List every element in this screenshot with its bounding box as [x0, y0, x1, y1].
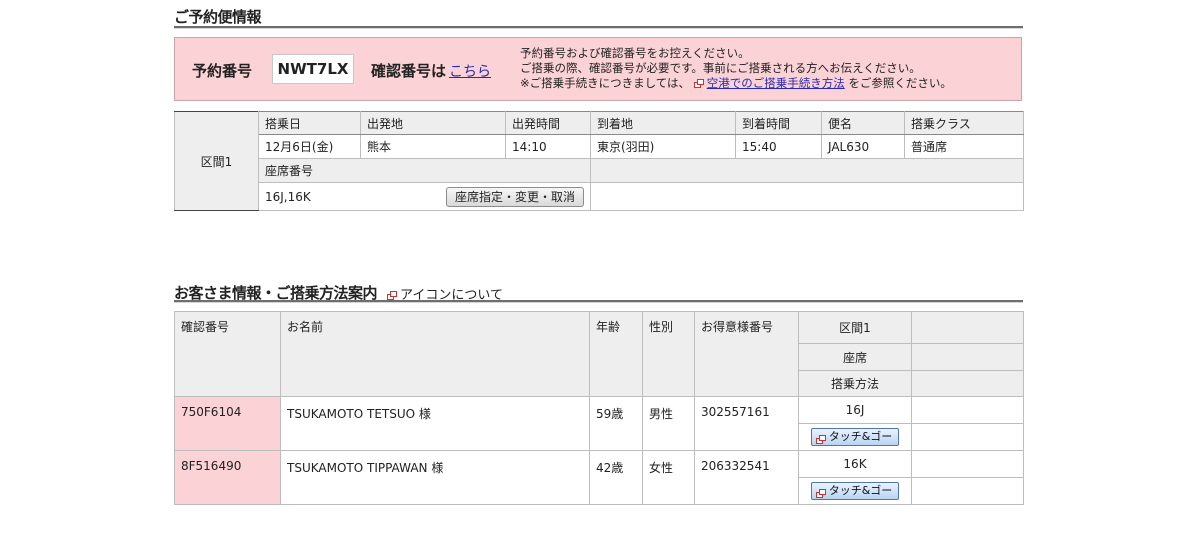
seat-number-header: 座席番号 — [258, 158, 591, 183]
boarding-method-cell: タッチ&ゴー — [798, 423, 912, 451]
external-link-icon — [815, 487, 826, 498]
row-filler — [911, 396, 1024, 424]
external-link-icon — [693, 79, 704, 88]
header-seat: 座席 — [798, 343, 912, 371]
header-gender: 性別 — [642, 311, 695, 397]
header-departure-time: 出発時間 — [505, 111, 591, 135]
section-divider — [174, 26, 1023, 29]
confirm-number-link[interactable]: こちら — [449, 61, 491, 81]
header-boarding-date: 搭乗日 — [258, 111, 361, 135]
passenger-age: 59歳 — [589, 396, 643, 451]
passenger-seat: 16J — [798, 396, 912, 424]
flight-arrival-time: 15:40 — [735, 134, 822, 159]
confirm-number-label: 確認番号は — [371, 62, 447, 80]
flight-departure-time: 14:10 — [505, 134, 591, 159]
passenger-mileage-number: 302557161 — [694, 396, 799, 451]
reservation-number-value: NWT7LX — [272, 54, 354, 84]
row-filler — [911, 423, 1024, 451]
table-row: 8F516490 TSUKAMOTO TIPPAWAN 様 42歳 女性 206… — [174, 450, 1024, 505]
reservation-note-3-suffix: をご参照ください。 — [848, 76, 952, 90]
flight-class: 普通席 — [904, 134, 1024, 159]
external-link-icon — [815, 433, 826, 444]
seat-cell: 16J,16K 座席指定・変更・取消 — [258, 182, 591, 211]
touch-and-go-label: タッチ&ゴー — [828, 484, 893, 497]
row-filler — [911, 477, 1024, 505]
passenger-header-row: 確認番号 お名前 年齢 性別 お得意様番号 区間1 — [174, 311, 1024, 397]
passenger-confirm-number: 8F516490 — [174, 450, 281, 505]
passenger-age: 42歳 — [589, 450, 643, 505]
header-boarding-method: 搭乗方法 — [798, 370, 912, 397]
seat-header-filler — [590, 158, 1024, 183]
header-confirm-number: 確認番号 — [174, 311, 281, 397]
reservation-note-3-prefix: ※ご搭乗手続きにつきましては、 — [520, 76, 691, 90]
seat-header-row: 座席番号 — [175, 158, 1024, 183]
header-mileage-number: お得意様番号 — [694, 311, 799, 397]
flight-departure: 熊本 — [360, 134, 506, 159]
header-segment: 区間1 — [798, 311, 912, 344]
reservation-summary-box: 予約番号 NWT7LX 確認番号は こちら 予約番号および確認番号をお控えくださ… — [174, 37, 1022, 101]
header-departure: 出発地 — [360, 111, 506, 135]
reservation-section-title: ご予約便情報 — [174, 8, 262, 26]
seat-change-button[interactable]: 座席指定・変更・取消 — [445, 187, 584, 207]
passenger-confirm-number: 750F6104 — [174, 396, 281, 451]
touch-and-go-button[interactable]: タッチ&ゴー — [810, 428, 900, 446]
seat-number-value: 16J,16K — [265, 189, 311, 204]
header-filler — [911, 343, 1024, 371]
row-filler — [911, 450, 1024, 478]
flight-number: JAL630 — [821, 134, 905, 159]
touch-and-go-button[interactable]: タッチ&ゴー — [810, 482, 900, 500]
passenger-name: TSUKAMOTO TIPPAWAN 様 — [280, 450, 590, 505]
reservation-note-2: ご搭乗の際、確認番号が必要です。事前にご搭乗される方へお伝えください。 — [520, 61, 921, 75]
passenger-name: TSUKAMOTO TETSUO 様 — [280, 396, 590, 451]
reservation-note-3: ※ご搭乗手続きにつきましては、 空港でのご搭乗手続き方法 をご参照ください。 — [520, 76, 952, 91]
boarding-method-cell: タッチ&ゴー — [798, 477, 912, 505]
flight-date: 12月6日(金) — [258, 134, 361, 159]
seat-row: 16J,16K 座席指定・変更・取消 — [175, 182, 1024, 211]
flight-info-table: 区間1 搭乗日 出発地 出発時間 到着地 到着時間 便名 搭乗クラス 12月6日… — [174, 111, 1024, 211]
passenger-gender: 男性 — [642, 396, 695, 451]
header-arrival: 到着地 — [590, 111, 736, 135]
section-divider — [174, 300, 1023, 303]
passenger-gender: 女性 — [642, 450, 695, 505]
seat-row-filler — [590, 182, 1024, 211]
header-filler — [911, 370, 1024, 397]
segment-label: 区間1 — [174, 111, 259, 211]
header-class: 搭乗クラス — [904, 111, 1024, 135]
flight-arrival: 東京(羽田) — [590, 134, 736, 159]
header-filler — [911, 311, 1024, 344]
reservation-note-1: 予約番号および確認番号をお控えください。 — [520, 46, 750, 60]
flight-row: 12月6日(金) 熊本 14:10 東京(羽田) 15:40 JAL630 普通… — [175, 134, 1024, 159]
header-age: 年齢 — [589, 311, 643, 397]
airport-checkin-link[interactable]: 空港でのご搭乗手続き方法 — [707, 76, 845, 90]
passenger-table: 確認番号 お名前 年齢 性別 お得意様番号 区間1 座席 搭乗方法 750F61… — [174, 311, 1024, 505]
header-name: お名前 — [280, 311, 590, 397]
header-arrival-time: 到着時間 — [735, 111, 822, 135]
flight-header-row: 区間1 搭乗日 出発地 出発時間 到着地 到着時間 便名 搭乗クラス — [174, 111, 1024, 211]
reservation-number-label: 予約番号 — [192, 62, 253, 80]
passenger-mileage-number: 206332541 — [694, 450, 799, 505]
header-flight-number: 便名 — [821, 111, 905, 135]
external-link-icon — [387, 291, 397, 300]
touch-and-go-label: タッチ&ゴー — [828, 430, 893, 443]
table-row: 750F6104 TSUKAMOTO TETSUO 様 59歳 男性 30255… — [174, 396, 1024, 451]
passenger-seat: 16K — [798, 450, 912, 478]
